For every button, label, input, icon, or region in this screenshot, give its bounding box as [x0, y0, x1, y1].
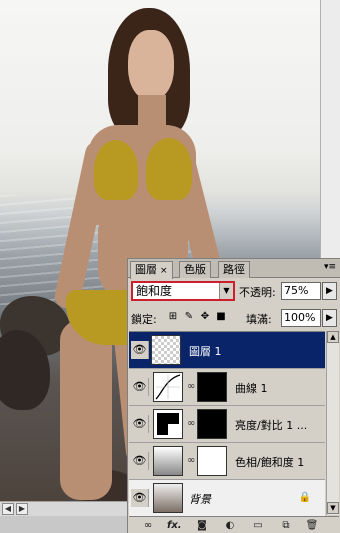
- eye-icon[interactable]: 👁: [131, 415, 149, 433]
- eye-icon[interactable]: 👁: [131, 489, 149, 507]
- left-leg: [60, 320, 112, 500]
- tab-paths-label: 路徑: [223, 263, 245, 276]
- layer-name: 圖層 1: [189, 345, 222, 358]
- adjustment-layer-icon[interactable]: ◐: [223, 519, 237, 532]
- layer-row-layer1[interactable]: 👁 圖層 1: [129, 332, 325, 369]
- scroll-down-icon[interactable]: ▼: [327, 502, 339, 514]
- layer-thumbnail: [151, 335, 181, 365]
- layers-list: 👁 圖層 1 👁 ∞ 曲線 1 👁 ∞ 亮度/對比 1 ... 👁 ∞ 色相/飽…: [129, 331, 325, 517]
- layer-thumbnail: [153, 483, 183, 513]
- brightness-contrast-adjustment-icon[interactable]: [153, 409, 183, 439]
- fill-input[interactable]: 100%: [281, 309, 321, 327]
- eye-icon[interactable]: 👁: [131, 378, 149, 396]
- dropdown-arrow-icon[interactable]: ▼: [219, 283, 233, 299]
- tab-channels[interactable]: 色版: [179, 261, 211, 278]
- opacity-label: 不透明:: [239, 286, 276, 299]
- layer-name: 色相/飽和度 1: [235, 456, 305, 469]
- layers-panel: 圖層 × 色版 路徑 ▾≡ 飽和度 ▼ 不透明: 75% ▶ 鎖定: ⊞ ✎ ✥ …: [127, 258, 340, 533]
- opacity-slider-arrow-icon[interactable]: ▶: [322, 282, 337, 300]
- tab-paths[interactable]: 路徑: [218, 261, 250, 278]
- layers-bottom-toolbar: ∞ fx. ◙ ◐ ▭ ⧉ 🗑: [129, 516, 339, 533]
- opacity-input[interactable]: 75%: [281, 282, 321, 300]
- fill-slider-arrow-icon[interactable]: ▶: [322, 309, 337, 327]
- lock-label: 鎖定:: [131, 313, 157, 326]
- new-group-icon[interactable]: ▭: [251, 519, 265, 532]
- lock-row: 鎖定: ⊞ ✎ ✥ ■ 填滿: 100% ▶: [131, 308, 339, 328]
- blend-mode-select[interactable]: 飽和度 ▼: [131, 281, 235, 301]
- layer-row-hue-saturation1[interactable]: 👁 ∞ 色相/飽和度 1: [129, 443, 325, 480]
- bikini-top-right: [146, 138, 192, 200]
- link-layers-icon[interactable]: ∞: [141, 519, 155, 532]
- lock-transparent-pixels-icon[interactable]: ⊞: [167, 311, 179, 323]
- layer-row-curves1[interactable]: 👁 ∞ 曲線 1: [129, 369, 325, 406]
- panel-menu-icon[interactable]: ▾≡: [324, 263, 336, 272]
- lock-icon: 🔒: [298, 492, 311, 503]
- lock-all-icon[interactable]: ■: [215, 311, 227, 323]
- layer-mask-thumbnail[interactable]: [197, 372, 227, 402]
- close-icon[interactable]: ×: [160, 266, 168, 276]
- blend-mode-row: 飽和度 ▼ 不透明: 75% ▶: [131, 281, 339, 301]
- hue-saturation-adjustment-icon[interactable]: [153, 446, 183, 476]
- scroll-up-icon[interactable]: ▲: [327, 331, 339, 343]
- canvas-scrollbar[interactable]: ◀ ▶: [0, 501, 130, 516]
- layer-mask-thumbnail[interactable]: [197, 409, 227, 439]
- lock-position-icon[interactable]: ✥: [199, 311, 211, 323]
- layer-row-background[interactable]: 👁 背景 🔒: [129, 480, 325, 517]
- photoshop-workspace: ◀ ▶ 圖層 × 色版 路徑 ▾≡ 飽和度 ▼ 不透明: 75% ▶ 鎖定: ⊞…: [0, 0, 340, 533]
- layers-scrollbar[interactable]: ▲ ▼: [326, 331, 339, 515]
- add-mask-icon[interactable]: ◙: [195, 519, 209, 532]
- tab-layers[interactable]: 圖層 ×: [130, 261, 173, 279]
- fx-icon[interactable]: fx.: [167, 519, 182, 532]
- scroll-right-icon[interactable]: ▶: [16, 503, 28, 515]
- eye-icon[interactable]: 👁: [131, 452, 149, 470]
- layer-mask-thumbnail[interactable]: [197, 446, 227, 476]
- layer-name: 亮度/對比 1 ...: [235, 419, 308, 432]
- layer-row-brightness-contrast1[interactable]: 👁 ∞ 亮度/對比 1 ...: [129, 406, 325, 443]
- document-status-bar: [0, 516, 130, 533]
- fill-label: 填滿:: [246, 313, 272, 326]
- layer-name: 背景: [189, 493, 211, 506]
- face: [128, 30, 174, 100]
- scroll-left-icon[interactable]: ◀: [2, 503, 14, 515]
- bikini-top-left: [94, 140, 138, 200]
- curves-adjustment-icon[interactable]: [153, 372, 183, 402]
- panel-tabs: 圖層 × 色版 路徑 ▾≡: [128, 259, 340, 279]
- canvas-right-edge: [320, 0, 340, 260]
- link-icon[interactable]: ∞: [187, 455, 195, 466]
- layer-name: 曲線 1: [235, 382, 268, 395]
- lock-image-pixels-icon[interactable]: ✎: [183, 311, 195, 323]
- new-layer-icon[interactable]: ⧉: [279, 519, 293, 532]
- eye-icon[interactable]: 👁: [131, 341, 149, 359]
- link-icon[interactable]: ∞: [187, 418, 195, 429]
- trash-icon[interactable]: 🗑: [305, 519, 319, 532]
- tab-layers-label: 圖層: [135, 263, 157, 276]
- blend-mode-value: 飽和度: [136, 284, 173, 298]
- link-icon[interactable]: ∞: [187, 381, 195, 392]
- tab-channels-label: 色版: [184, 263, 206, 276]
